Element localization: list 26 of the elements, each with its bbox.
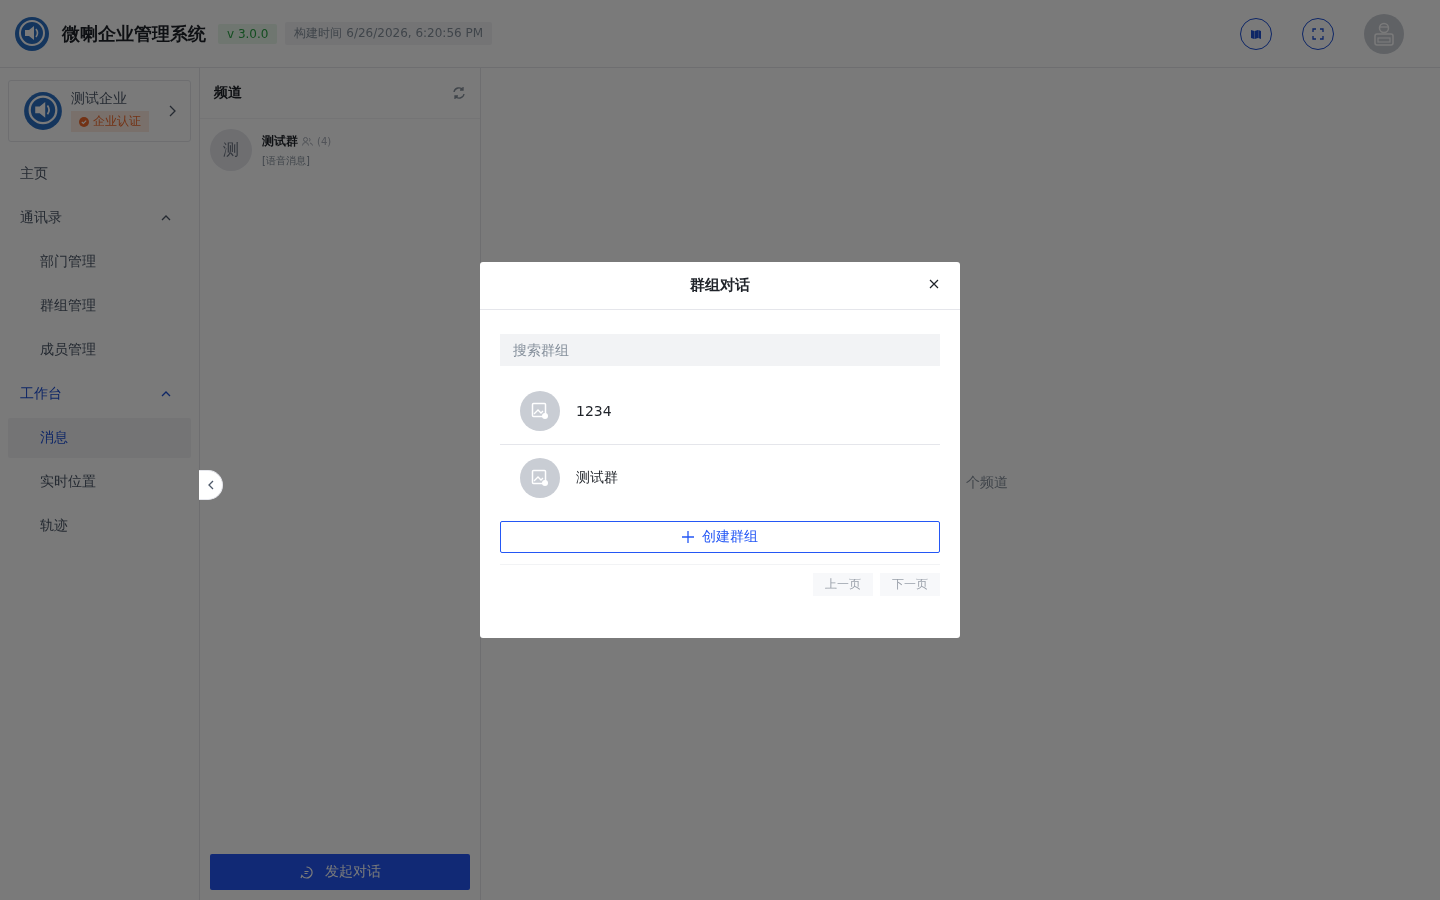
search-field[interactable]: 搜索群组 bbox=[500, 334, 940, 366]
group-item[interactable]: 1234 bbox=[500, 378, 940, 445]
menu-item[interactable]: 实时位置 bbox=[8, 462, 191, 502]
company-card[interactable]: 测试企业 企业认证 bbox=[8, 80, 191, 142]
company-name: 测试企业 bbox=[71, 90, 128, 108]
menu-item[interactable]: 工作台 bbox=[8, 374, 191, 414]
group-name: 测试群 bbox=[576, 469, 618, 487]
dialog-title: 群组对话 bbox=[690, 276, 750, 295]
group-name: 1234 bbox=[576, 403, 612, 419]
panel-title: 频道 bbox=[214, 84, 243, 102]
menu-item[interactable]: 部门管理 bbox=[8, 242, 191, 282]
verified-badge: 企业认证 bbox=[71, 111, 149, 132]
version-tag: v 3.0.0 bbox=[218, 23, 278, 44]
empty-state-text: 个频道 bbox=[966, 474, 1008, 492]
menu-item[interactable]: 成员管理 bbox=[8, 330, 191, 370]
menu-item[interactable]: 主页 bbox=[8, 154, 191, 194]
menu-item[interactable]: 群组管理 bbox=[8, 286, 191, 326]
menu-item[interactable]: 消息 bbox=[8, 418, 191, 458]
group-item[interactable]: 测试群 bbox=[500, 445, 940, 511]
menu-item[interactable]: 轨迹 bbox=[8, 506, 191, 546]
channel-name: 测试群 bbox=[262, 132, 298, 150]
channel-avatar: 测 bbox=[210, 129, 252, 171]
menu-item[interactable]: 通讯录 bbox=[8, 198, 191, 238]
app-title: 微喇企业管理系统 bbox=[62, 21, 206, 46]
create-group-button[interactable]: 创建群组 bbox=[500, 521, 940, 553]
start-chat-button[interactable]: 发起对话 bbox=[210, 854, 470, 890]
